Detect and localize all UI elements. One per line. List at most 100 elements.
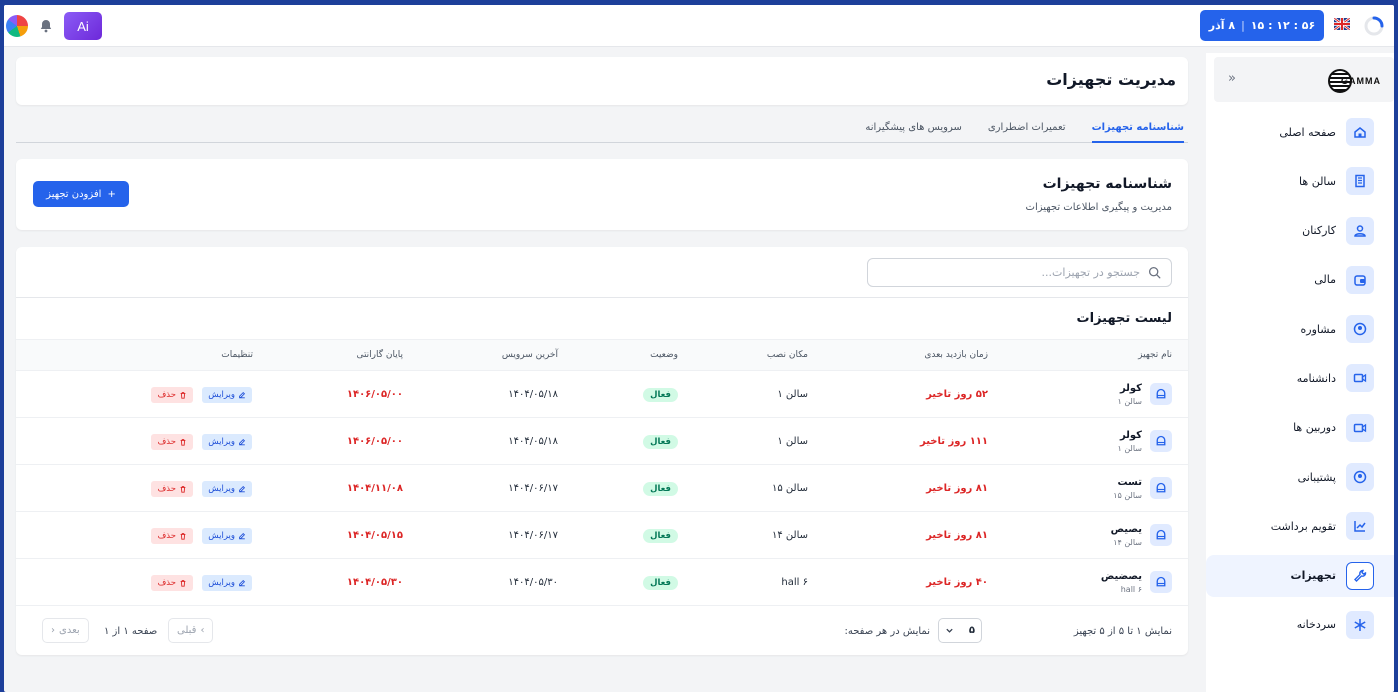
page-info: صفحه ۱ از ۱ [104, 626, 158, 637]
delete-button[interactable]: حذف [151, 481, 193, 497]
table-row: کولر سالن ۱ ۵۲ روز تاخیر سالن ۱ فعال ۱۴۰۴/۰۵/… [16, 371, 1188, 418]
tab-0[interactable]: شناسنامه تجهیزات [1091, 117, 1184, 143]
pagination: نمایش ۱ تا ۵ از ۵ تجهیز نمایش در هر صفحه… [16, 605, 1188, 655]
prev-page-button[interactable]: › قبلی [168, 618, 214, 643]
sidebar-item-label: دانشنامه [1296, 371, 1336, 385]
last-service: ۱۴۰۴/۰۵/۱۸ [508, 436, 558, 447]
table-row: کولر سالن ۱ ۱۱۱ روز تاخیر سالن ۱ فعال ۱۴۰۴/۰۵… [16, 418, 1188, 465]
edit-icon [239, 485, 246, 493]
sidebar-item-wallet[interactable]: مالی [1206, 259, 1394, 301]
sidebar-item-building[interactable]: سالن ها [1206, 160, 1394, 202]
edit-label: ویرایش [208, 578, 235, 588]
device-icon [1150, 383, 1172, 405]
tab-1[interactable]: تعمیرات اضطراری [988, 117, 1066, 143]
next-page-label: بعدی [59, 625, 80, 636]
trash-icon [180, 580, 186, 587]
col-warranty-end: پایان گارانتی [356, 350, 403, 360]
edit-button[interactable]: ویرایش [202, 481, 252, 497]
delete-button[interactable]: حذف [151, 575, 193, 591]
per-page-select[interactable]: ۵ [938, 618, 982, 643]
last-service: ۱۴۰۴/۰۶/۱۷ [508, 483, 558, 494]
sidebar-item-user-circle[interactable]: مشاوره [1206, 308, 1394, 350]
add-equipment-button[interactable]: + افزودن تجهیز [33, 181, 129, 207]
sidebar-header: GAMMA « [1214, 57, 1394, 102]
section-title: شناسنامه تجهیزات [1042, 176, 1172, 192]
delete-label: حذف [157, 531, 176, 541]
device-name[interactable]: یصیص [1111, 524, 1142, 535]
prev-page-label: قبلی [177, 625, 197, 636]
sidebar-item-wrench[interactable]: تجهیزات [1206, 554, 1394, 597]
edit-icon [239, 438, 246, 446]
gamma-logo: GAMMA [1328, 67, 1384, 95]
status-badge: فعال [643, 528, 678, 543]
user-circle-icon [1346, 315, 1374, 344]
device-icon [1150, 571, 1172, 593]
search-box [867, 258, 1172, 287]
device-name[interactable]: کولر [1120, 430, 1142, 441]
next-visit: ۸۱ روز تاخیر [926, 483, 988, 494]
col-last-service: آخرین سرویس [501, 350, 558, 360]
status-cell: فعال [643, 418, 678, 465]
ai-assistant-button[interactable]: Ai [64, 12, 102, 40]
topbar-actions: Ai [6, 11, 102, 41]
edit-button[interactable]: ویرایش [202, 528, 252, 544]
wrench-icon [1346, 561, 1374, 590]
sidebar-item-home[interactable]: صفحه اصلی [1206, 111, 1394, 153]
device-name[interactable]: کولر [1120, 383, 1142, 394]
edit-icon [239, 532, 246, 540]
table-row: یصیص سالن ۱۴ ۸۱ روز تاخیر سالن ۱۴ فعال ۱۴۰۴/۰… [16, 512, 1188, 559]
equipment-list-card: لیست تجهیزات نام تجهیز زمان بازدید بعدی … [16, 247, 1188, 655]
device-icon [1150, 477, 1172, 499]
building-icon [1346, 167, 1374, 196]
edit-label: ویرایش [208, 390, 235, 400]
delete-button[interactable]: حذف [151, 528, 193, 544]
sidebar-item-snowflake[interactable]: سردخانه [1206, 604, 1394, 646]
status-cell: فعال [643, 559, 678, 606]
page-title: مدیریت تجهیزات [1046, 70, 1176, 89]
collapse-sidebar-icon[interactable]: « [1228, 71, 1236, 86]
support-icon [1346, 463, 1374, 492]
section-info-card: شناسنامه تجهیزات مدیریت و پیگیری اطلاعات… [16, 159, 1188, 230]
edit-button[interactable]: ویرایش [202, 434, 252, 450]
per-page-label: نمایش در هر صفحه: [844, 626, 931, 637]
sidebar-item-users[interactable]: کارکنان [1206, 210, 1394, 252]
snowflake-icon [1346, 610, 1374, 639]
col-name: نام تجهیز [1138, 350, 1172, 360]
table-header: نام تجهیز زمان بازدید بعدی مکان نصب وضعی… [16, 339, 1188, 371]
clock-time: ۵۶ : ۱۲ : ۱۵ [1250, 19, 1316, 32]
delete-button[interactable]: حذف [151, 387, 193, 403]
tab-2[interactable]: سرویس های پیشگیرانه [865, 117, 961, 143]
device-name[interactable]: تست [1117, 477, 1142, 488]
edit-button[interactable]: ویرایش [202, 575, 252, 591]
location: سالن ۱۴ [771, 530, 808, 541]
trash-icon [180, 533, 186, 540]
uk-flag-icon[interactable] [1334, 18, 1350, 30]
delete-button[interactable]: حذف [151, 434, 193, 450]
edit-button[interactable]: ویرایش [202, 387, 252, 403]
warranty-end: ۱۴۰۴/۱۱/۰۸ [346, 483, 403, 494]
search-input[interactable] [890, 266, 1140, 279]
bell-icon[interactable] [38, 18, 54, 34]
sidebar-item-chart[interactable]: تقویم برداشت [1206, 505, 1394, 547]
sidebar-item-support[interactable]: پشتیبانی [1206, 456, 1394, 498]
sidebar-item-camera[interactable]: دوربین ها [1206, 407, 1394, 449]
sidebar-item-label: تجهیزات [1290, 569, 1336, 583]
warranty-end: ۱۴۰۴/۰۵/۳۰ [346, 577, 403, 588]
clock-widget: ۵۶ : ۱۲ : ۱۵ | ۸ آذر [1200, 10, 1324, 41]
device-name[interactable]: یصضیض [1101, 571, 1142, 582]
chart-icon [1346, 512, 1374, 541]
location: سالن ۱ [777, 436, 808, 447]
last-service: ۱۴۰۴/۰۶/۱۷ [508, 530, 558, 541]
sidebar-item-video[interactable]: دانشنامه [1206, 357, 1394, 399]
home-icon [1346, 118, 1374, 146]
next-page-button[interactable]: بعدی ‹ [42, 618, 89, 643]
per-page-value: ۵ [968, 625, 975, 636]
chevron-left-icon: ‹ [51, 625, 55, 636]
sidebar-menu: صفحه اصلی سالن ها کارکنان مالی مشاوره دانشنام… [1206, 111, 1394, 653]
status-cell: فعال [643, 371, 678, 418]
search-icon [1148, 266, 1161, 279]
pagination-summary: نمایش ۱ تا ۵ از ۵ تجهیز [1073, 626, 1172, 637]
avatar[interactable] [6, 15, 28, 37]
camera-icon [1346, 413, 1374, 442]
divider [16, 297, 1188, 298]
